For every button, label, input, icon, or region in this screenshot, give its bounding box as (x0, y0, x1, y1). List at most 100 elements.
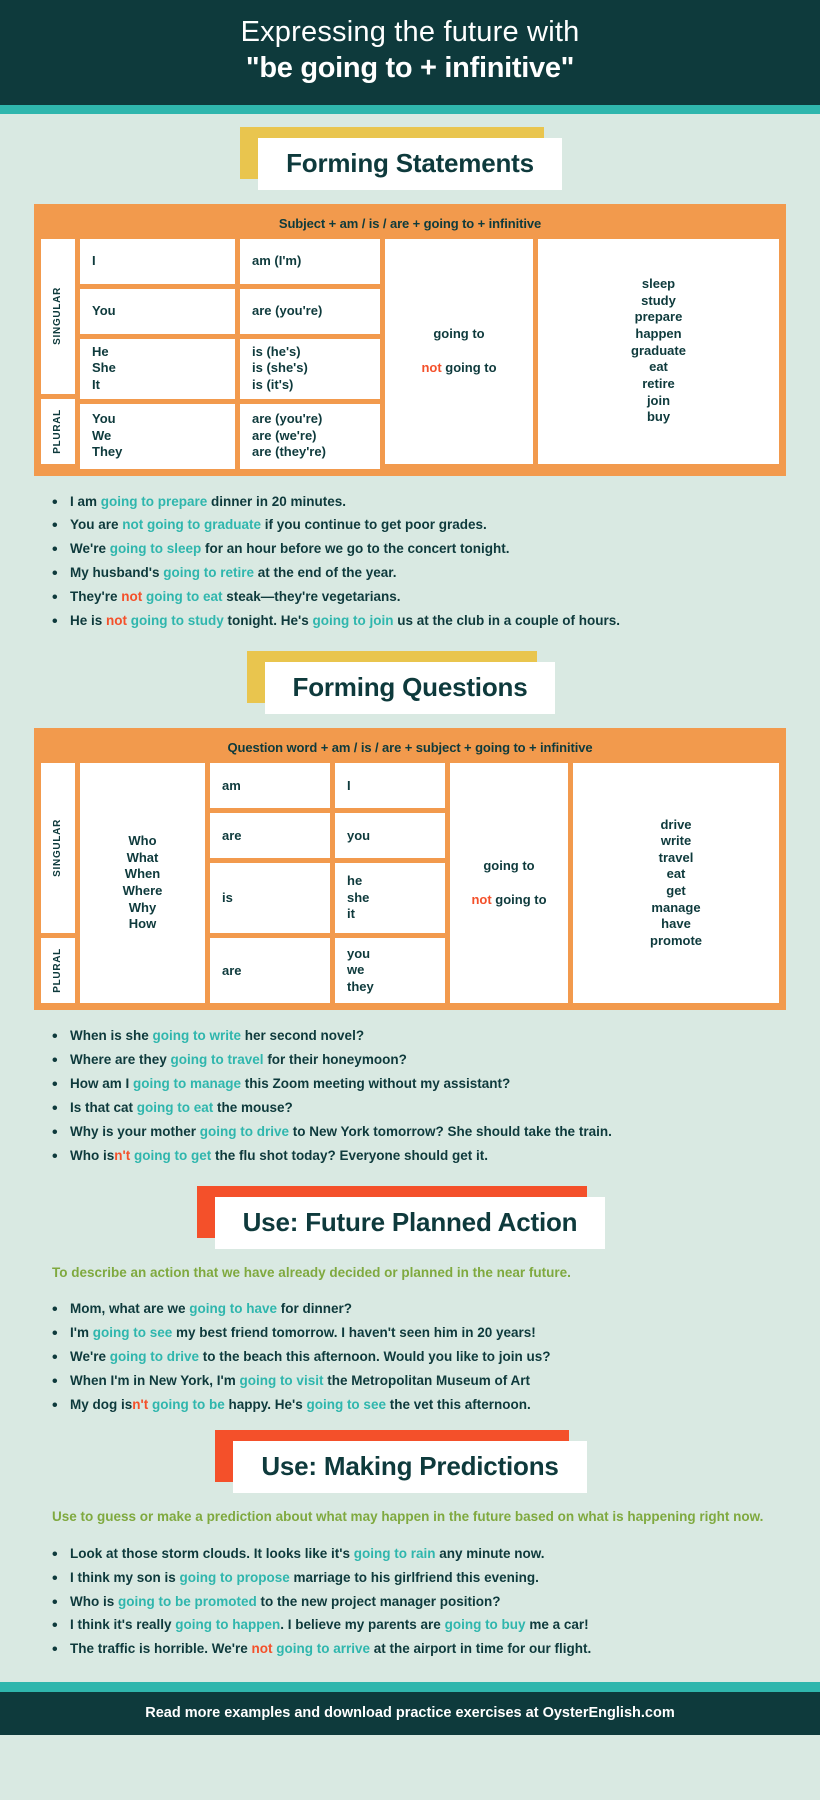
sentence-text: The traffic is horrible. We're (70, 1641, 252, 1657)
example-sentence: My husband's going to retire at the end … (52, 562, 786, 587)
example-sentence: Mom, what are we going to have for dinne… (52, 1298, 786, 1323)
sentence-text: steak—they're vegetarians. (222, 589, 401, 605)
sentence-text: Look at those storm clouds. It looks lik… (70, 1545, 354, 1561)
questions-verb-list: drive write travel eat get manage have p… (573, 763, 779, 1004)
negation-word: not (251, 1641, 273, 1657)
statements-goingto-column: going to not going to (385, 238, 533, 469)
highlight-phrase: going to be promoted (118, 1593, 257, 1609)
footer-text: Read more examples and download practice… (145, 1705, 675, 1722)
sentence-text: They're (70, 589, 122, 605)
use-predictions-description: Use to guess or make a prediction about … (52, 1509, 764, 1525)
use-planned-description: To describe an action that we have alrea… (52, 1264, 571, 1280)
example-sentence: He is not going to study tonight. He's g… (52, 610, 786, 635)
example-sentence: They're not going to eat steak—they're v… (52, 586, 786, 611)
highlight-phrase: going to travel (170, 1051, 264, 1067)
table-cell-be: are (210, 813, 330, 859)
statements-plural-label-cell: PLURAL (41, 398, 75, 464)
table-cell-be: are (you're) (240, 288, 380, 334)
questions-number-column: SINGULAR PLURAL (41, 763, 75, 1004)
sentence-text: I'm (70, 1324, 93, 1340)
use-planned-examples-list: Mom, what are we going to have for dinne… (52, 1298, 786, 1419)
highlight-phrase: not going to graduate (122, 517, 262, 533)
table-cell-subject: You We They (80, 403, 235, 469)
negation-word: n't (114, 1147, 131, 1163)
sentence-text: dinner in 20 minutes. (207, 493, 347, 509)
table-cell-be: is (210, 863, 330, 934)
highlight-phrase: going to drive (199, 1123, 290, 1139)
table-cell-be: are (you're) are (we're) are (they're) (240, 403, 380, 469)
highlight-phrase: going to visit (239, 1372, 324, 1388)
table-cell-subject: He She It (80, 338, 235, 399)
statements-table: Subject + am / is / are + going to + inf… (34, 203, 786, 476)
sentence-text: me a car! (525, 1617, 589, 1633)
use-predictions-banner-label: Use: Making Predictions (233, 1441, 587, 1494)
goingto-affirmative: going to (483, 858, 535, 874)
sentence-text: to the new project manager position? (256, 1593, 501, 1609)
sentence-text: at the end of the year. (253, 565, 397, 581)
sentence-text: We're (70, 1348, 110, 1364)
table-cell-subject: I (335, 763, 445, 809)
sentence-text: if you continue to get poor grades. (261, 517, 487, 533)
table-cell-subject: he she it (335, 863, 445, 934)
sentence-text: us at the club in a couple of hours. (393, 613, 621, 629)
highlight-phrase: going to manage (133, 1075, 242, 1091)
use-predictions-banner: Use: Making Predictions (0, 1430, 820, 1494)
sentence-text: He is (70, 613, 107, 629)
sentence-text: the mouse? (213, 1099, 293, 1115)
sentence-text: I am (70, 493, 101, 509)
statements-verbs-column: sleep study prepare happen graduate eat … (538, 238, 779, 469)
highlight-phrase: going to rain (353, 1545, 436, 1561)
highlight-phrase: going to drive (109, 1348, 199, 1364)
highlight-phrase: going to have (189, 1300, 278, 1316)
example-sentence: Who isn't going to get the flu shot toda… (52, 1145, 786, 1170)
questions-goingto-cell: going to not going to (450, 763, 568, 1004)
highlight-phrase: going to be (151, 1396, 225, 1412)
highlight-phrase: going to join (312, 613, 394, 629)
highlight-phrase: going to retire (163, 565, 254, 581)
example-sentence: We're going to drive to the beach this a… (52, 1346, 786, 1371)
example-sentence: My dog isn't going to be happy. He's goi… (52, 1394, 786, 1419)
sentence-text: for an hour before we go to the concert … (201, 541, 510, 557)
table-cell-subject: you we they (335, 938, 445, 1004)
sentence-text: Why is your mother (70, 1123, 200, 1139)
statements-formula: Subject + am / is / are + going to + inf… (278, 215, 542, 231)
sentence-text: the Metropolitan Museum of Art (323, 1372, 530, 1388)
highlight-phrase: going to see (92, 1324, 173, 1340)
questions-table: Question word + am / is / are + subject … (34, 728, 786, 1011)
sentence-text: the vet this afternoon. (385, 1396, 531, 1412)
negation-word: not (121, 589, 143, 605)
statements-singular-label-cell: SINGULAR (41, 238, 75, 394)
use-planned-banner: Use: Future Planned Action (0, 1185, 820, 1249)
sentence-text: this Zoom meeting without my assistant? (241, 1075, 511, 1091)
example-sentence: Is that cat going to eat the mouse? (52, 1097, 786, 1122)
sentence-text: My dog is (70, 1396, 133, 1412)
sentence-text: my best friend tomorrow. I haven't seen … (172, 1324, 536, 1340)
footer-teal-divider (0, 1682, 820, 1693)
highlight-phrase: going to write (152, 1028, 242, 1044)
example-sentence: Where are they going to travel for their… (52, 1049, 786, 1074)
questions-question-words: Who What When Where Why How (80, 763, 205, 1004)
statements-banner: Forming Statements (0, 126, 820, 190)
sentence-text: My husband's (70, 565, 164, 581)
page-header: Expressing the future with "be going to … (0, 0, 820, 105)
sentence-text: any minute now. (435, 1545, 545, 1561)
questions-questionword-column: Who What When Where Why How (80, 763, 205, 1004)
example-sentence: I'm going to see my best friend tomorrow… (52, 1322, 786, 1347)
header-teal-divider (0, 104, 820, 114)
sentence-text: tonight. He's (223, 613, 313, 629)
sentence-text: I think it's really (70, 1617, 176, 1633)
header-title-line2: "be going to + infinitive" (245, 52, 575, 85)
sentence-text: at the airport in time for our flight. (370, 1641, 592, 1657)
sentence-text: marriage to his girlfriend this evening. (289, 1569, 539, 1585)
sentence-text: Mom, what are we (70, 1300, 190, 1316)
highlight-phrase: going to arrive (276, 1641, 371, 1657)
sentence-text: happy. He's (224, 1396, 307, 1412)
sentence-text: her second novel? (241, 1028, 365, 1044)
table-cell-subject: I (80, 238, 235, 284)
table-cell-be: are (210, 938, 330, 1004)
use-planned-banner-label: Use: Future Planned Action (214, 1196, 606, 1249)
example-sentence: I think my son is going to propose marri… (52, 1567, 786, 1592)
highlight-phrase: going to propose (179, 1569, 290, 1585)
statements-number-column: SINGULAR PLURAL (41, 238, 75, 469)
example-sentence: The traffic is horrible. We're not going… (52, 1638, 786, 1663)
